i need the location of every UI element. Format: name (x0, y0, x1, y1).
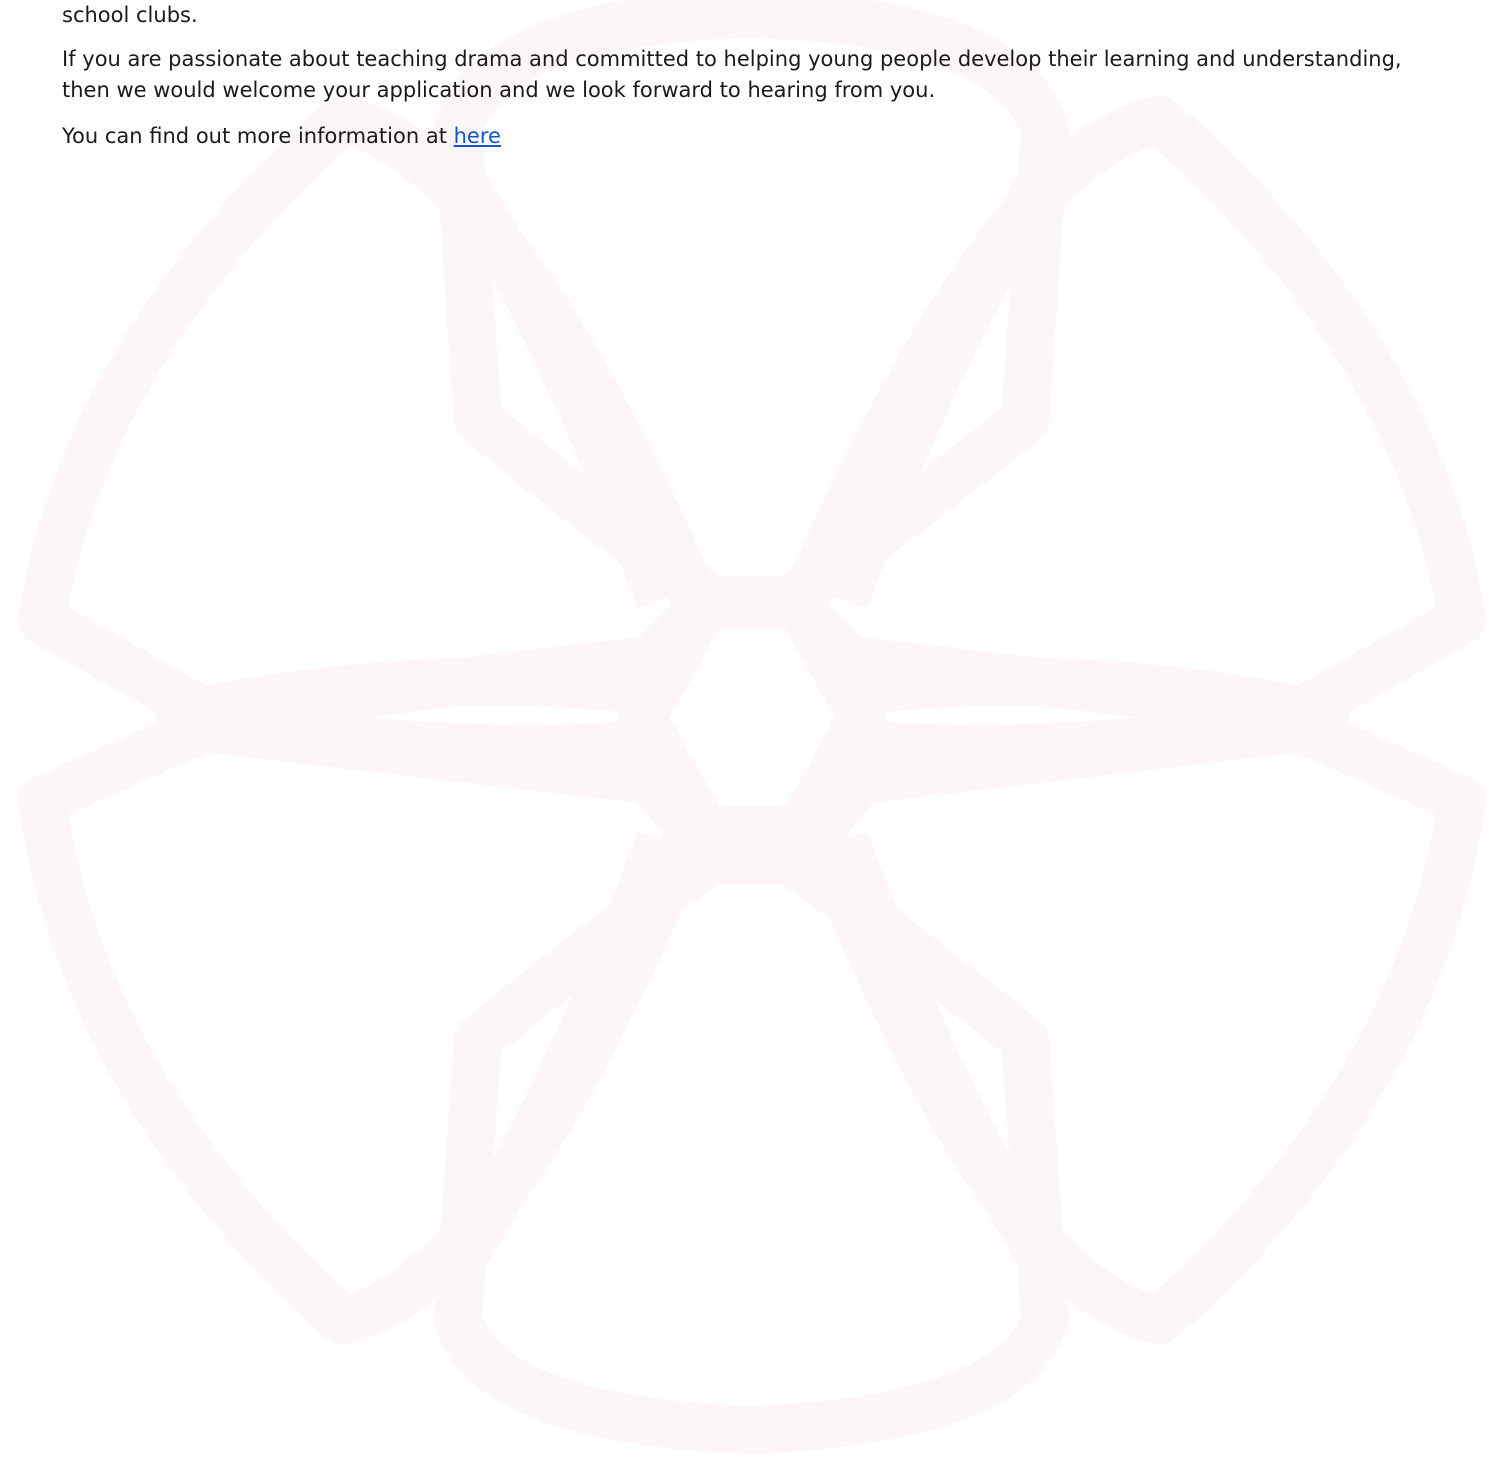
here-link[interactable]: here (454, 124, 501, 148)
more-info-text: You can find out more information at (62, 124, 454, 148)
flower-logo-icon (18, 0, 1486, 1454)
paragraph-fragment: school clubs. (62, 3, 198, 27)
paragraph-more-info: You can find out more information at her… (62, 121, 501, 152)
paragraph-passion: If you are passionate about teaching dra… (62, 47, 1402, 102)
